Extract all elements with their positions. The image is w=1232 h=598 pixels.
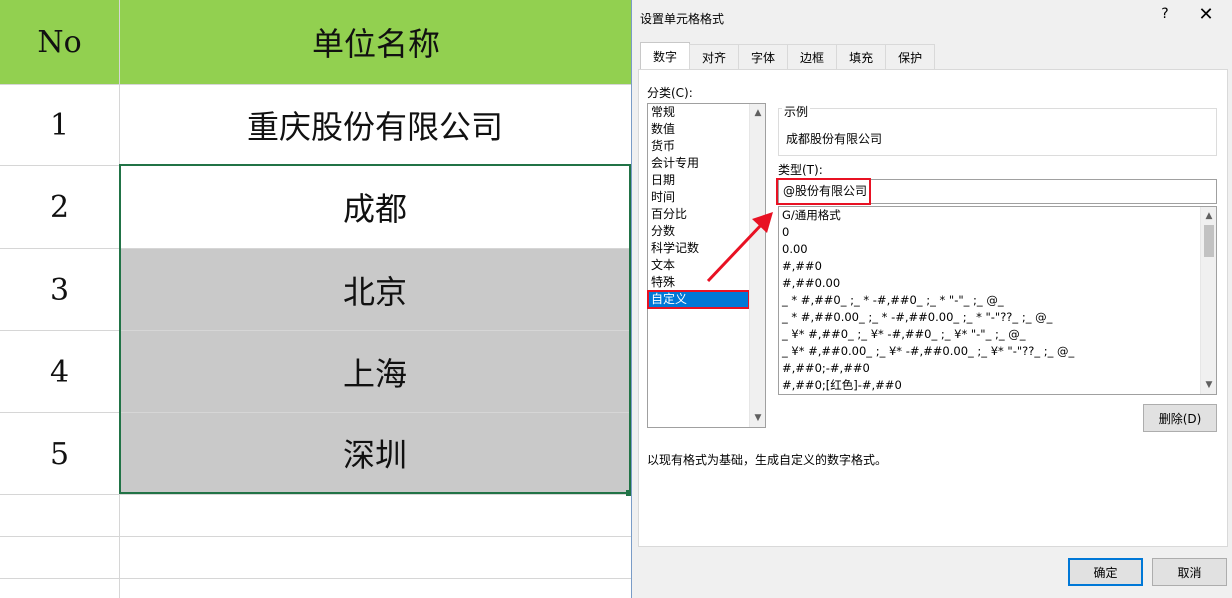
row-divider <box>0 165 632 166</box>
scroll-down-icon[interactable]: ▼ <box>1201 377 1216 393</box>
sample-value: 成都股份有限公司 <box>786 132 883 146</box>
tab-number[interactable]: 数字 <box>640 42 691 69</box>
format-scrollbar[interactable]: ▲ ▼ <box>1200 207 1216 394</box>
row-divider <box>0 578 632 579</box>
delete-button[interactable]: 删除(D) <box>1143 404 1217 432</box>
format-item[interactable]: G/通用格式 <box>779 207 1216 224</box>
category-item[interactable]: 科学记数 <box>648 240 765 257</box>
ok-button[interactable]: 确定 <box>1068 558 1143 586</box>
category-scrollbar[interactable]: ▲ ▼ <box>749 104 765 427</box>
row-divider <box>0 536 632 537</box>
scroll-thumb[interactable] <box>1204 225 1214 257</box>
format-list[interactable]: G/通用格式 0 0.00 #,##0 #,##0.00 _ * #,##0_ … <box>778 206 1217 395</box>
category-item[interactable]: 时间 <box>648 189 765 206</box>
category-item[interactable]: 常规 <box>648 104 765 121</box>
format-item[interactable]: _ ¥* #,##0_ ;_ ¥* -#,##0_ ;_ ¥* "-"_ ;_ … <box>779 326 1216 343</box>
scroll-down-icon[interactable]: ▼ <box>750 410 766 426</box>
format-cells-dialog: 设置单元格格式 ? ✕ 数字 对齐 字体 边框 填充 保护 分类(C): 常规 … <box>631 0 1232 598</box>
format-item[interactable]: _ * #,##0.00_ ;_ * -#,##0.00_ ;_ * "-"??… <box>779 309 1216 326</box>
type-label: 类型(T): <box>778 163 823 177</box>
row-3-unit[interactable]: 北京 <box>120 249 630 330</box>
format-item[interactable]: #,##0;[红色]-#,##0 <box>779 377 1216 394</box>
category-list[interactable]: 常规 数值 货币 会计专用 日期 时间 百分比 分数 科学记数 文本 特殊 自定… <box>647 103 766 428</box>
format-item[interactable]: _ * #,##0_ ;_ * -#,##0_ ;_ * "-"_ ;_ @_ <box>779 292 1216 309</box>
row-divider <box>0 248 632 249</box>
type-highlight-box <box>776 178 871 205</box>
description-text: 以现有格式为基础，生成自定义的数字格式。 <box>647 453 888 467</box>
category-item-custom[interactable]: 自定义 <box>647 290 750 309</box>
header-cell-unit-name[interactable]: 单位名称 <box>120 0 632 84</box>
row-2-no[interactable]: 2 <box>0 166 119 248</box>
close-button[interactable]: ✕ <box>1194 4 1218 25</box>
row-divider <box>0 412 632 413</box>
format-item[interactable]: #,##0.00 <box>779 275 1216 292</box>
row-1-no[interactable]: 1 <box>0 85 119 165</box>
category-item[interactable]: 货币 <box>648 138 765 155</box>
tab-border[interactable]: 边框 <box>787 44 838 69</box>
format-item[interactable]: 0.00 <box>779 241 1216 258</box>
row-divider <box>0 330 632 331</box>
category-item[interactable]: 会计专用 <box>648 155 765 172</box>
tab-protection[interactable]: 保护 <box>885 44 936 69</box>
format-item[interactable]: #,##0;-#,##0 <box>779 360 1216 377</box>
row-2-unit[interactable]: 成都 <box>120 166 630 248</box>
sample-label: 示例 <box>782 103 811 120</box>
dialog-title: 设置单元格格式 <box>640 12 725 26</box>
row-4-no[interactable]: 4 <box>0 331 119 413</box>
row-divider <box>0 84 632 85</box>
category-item[interactable]: 百分比 <box>648 206 765 223</box>
help-button[interactable]: ? <box>1155 6 1175 22</box>
row-3-no[interactable]: 3 <box>0 249 119 331</box>
scroll-up-icon[interactable]: ▲ <box>1201 208 1216 224</box>
spreadsheet: No 单位名称 1 重庆股份有限公司 2 成都 3 北京 4 上海 5 深圳 <box>0 0 632 598</box>
category-item[interactable]: 分数 <box>648 223 765 240</box>
column-divider <box>119 0 120 598</box>
scroll-up-icon[interactable]: ▲ <box>750 105 766 121</box>
tab-font[interactable]: 字体 <box>738 44 789 69</box>
category-item[interactable]: 特殊 <box>648 274 765 291</box>
row-1-unit[interactable]: 重庆股份有限公司 <box>120 85 630 165</box>
header-cell-no[interactable]: No <box>0 0 119 84</box>
row-5-no[interactable]: 5 <box>0 413 119 495</box>
format-item[interactable]: _ ¥* #,##0.00_ ;_ ¥* -#,##0.00_ ;_ ¥* "-… <box>779 343 1216 360</box>
category-label: 分类(C): <box>647 86 693 100</box>
row-divider <box>0 494 632 495</box>
row-5-unit[interactable]: 深圳 <box>120 413 630 493</box>
tab-alignment[interactable]: 对齐 <box>689 44 740 69</box>
cancel-button[interactable]: 取消 <box>1152 558 1227 586</box>
tab-bar: 数字 对齐 字体 边框 填充 保护 <box>640 42 936 70</box>
format-item[interactable]: #,##0 <box>779 258 1216 275</box>
format-item[interactable]: 0 <box>779 224 1216 241</box>
category-item[interactable]: 文本 <box>648 257 765 274</box>
tab-fill[interactable]: 填充 <box>836 44 887 69</box>
row-4-unit[interactable]: 上海 <box>120 331 630 412</box>
category-item[interactable]: 日期 <box>648 172 765 189</box>
category-item[interactable]: 数值 <box>648 121 765 138</box>
